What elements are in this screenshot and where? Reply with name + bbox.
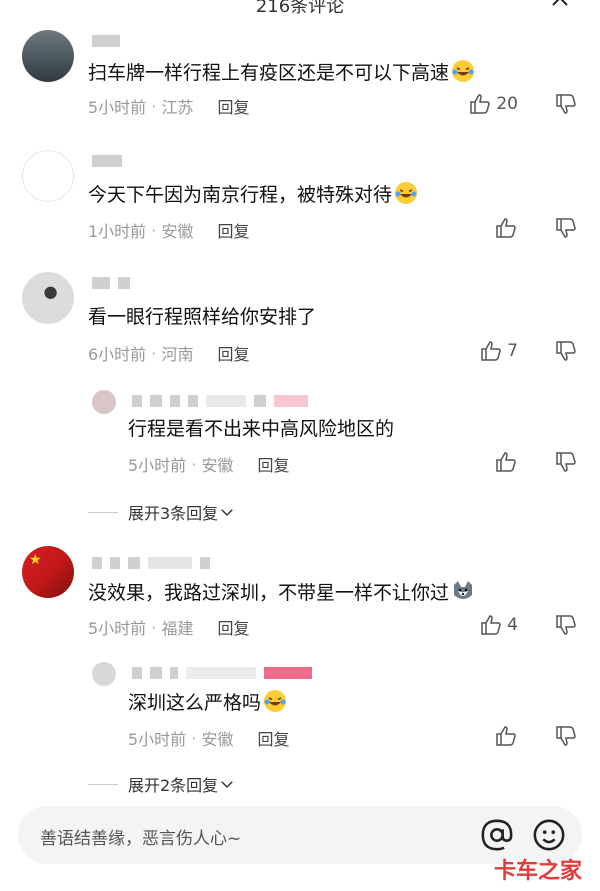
thumbs-up-icon xyxy=(496,452,516,472)
expand-replies-label: 展开2条回复 xyxy=(128,776,219,795)
reply-button[interactable]: 回复 xyxy=(217,615,249,639)
header: 216条评论 xyxy=(0,0,600,22)
watermark: 卡车之家 xyxy=(493,859,582,884)
reply-region: 安徽 xyxy=(201,730,234,749)
reply-button[interactable]: 回复 xyxy=(217,341,249,365)
reply-avatar[interactable] xyxy=(92,662,116,686)
dislike-button[interactable] xyxy=(554,339,578,363)
reply-username-blurred[interactable] xyxy=(132,394,308,408)
reply-text-content: 深圳这么严格吗 xyxy=(128,692,262,714)
username-blurred[interactable] xyxy=(92,276,130,290)
star-icon: ★ xyxy=(29,552,42,568)
thumbs-up-icon xyxy=(470,94,491,114)
like-count: 4 xyxy=(507,615,518,635)
dislike-button[interactable] xyxy=(554,450,578,474)
thumbs-up-icon xyxy=(496,726,516,746)
comment-meta: 5小时前 · 福建 回复 xyxy=(88,615,249,639)
comment-text: 没效果，我路过深圳，不带星一样不让你过 xyxy=(88,578,475,605)
dislike-button[interactable] xyxy=(554,724,578,748)
comment-text-content: 今天下午因为南京行程，被特殊对待 xyxy=(88,184,393,206)
reply-time: 5小时前 xyxy=(128,730,187,749)
reply-username-blurred[interactable] xyxy=(132,666,312,680)
reply-time: 5小时前 xyxy=(128,456,187,475)
thumbs-down-icon xyxy=(556,218,576,238)
reply-avatar[interactable] xyxy=(92,390,116,414)
comment-meta: 5小时前 · 江苏 回复 xyxy=(88,94,249,118)
comment-text: 看一眼行程照样给你安排了 xyxy=(88,302,316,329)
like-button[interactable]: 4 xyxy=(479,613,518,637)
husky-emoji xyxy=(454,581,473,599)
avatar[interactable] xyxy=(22,30,74,82)
dislike-button[interactable] xyxy=(554,216,578,240)
comment-text-content: 看一眼行程照样给你安排了 xyxy=(88,306,317,328)
like-count: 20 xyxy=(496,94,518,114)
reply-meta: 5小时前 · 安徽 回复 xyxy=(128,452,289,476)
comment-time: 6小时前 xyxy=(88,345,147,364)
comment-text: 扫车牌一样行程上有疫区还是不可以下高速 xyxy=(88,58,475,85)
reply-region: 安徽 xyxy=(201,456,234,475)
laughing-emoji xyxy=(452,60,475,82)
close-icon xyxy=(552,0,568,6)
divider xyxy=(88,783,118,785)
chevron-down-icon xyxy=(221,509,233,517)
like-button[interactable] xyxy=(494,724,518,748)
username-blurred[interactable] xyxy=(92,556,210,570)
dislike-button[interactable] xyxy=(554,92,578,116)
like-button[interactable] xyxy=(494,216,518,240)
comment-region: 福建 xyxy=(161,619,194,638)
reply-text: 深圳这么严格吗 xyxy=(128,688,287,715)
thumbs-up-icon xyxy=(496,218,516,238)
username-blurred[interactable] xyxy=(92,154,122,168)
comment-meta: 1小时前 · 安徽 回复 xyxy=(88,218,249,242)
comment-region: 河南 xyxy=(161,345,194,364)
thumbs-down-icon xyxy=(556,452,576,472)
like-button[interactable]: 7 xyxy=(479,339,518,363)
like-button[interactable]: 20 xyxy=(468,92,518,116)
comment-region: 江苏 xyxy=(161,98,194,117)
smile-icon xyxy=(533,819,565,851)
reply-button[interactable]: 回复 xyxy=(217,94,249,118)
thumbs-down-icon xyxy=(556,726,576,746)
thumbs-up-icon xyxy=(481,341,501,361)
comment-text-content: 扫车牌一样行程上有疫区还是不可以下高速 xyxy=(88,62,450,84)
expand-replies-button[interactable]: 展开2条回复 xyxy=(88,772,236,796)
thumbs-down-icon xyxy=(556,94,576,114)
reply-button[interactable]: 回复 xyxy=(217,218,249,242)
chevron-down-icon xyxy=(221,781,233,789)
comment-text-content: 没效果，我路过深圳，不带星一样不让你过 xyxy=(88,582,450,604)
avatar[interactable] xyxy=(22,150,74,202)
laughing-emoji xyxy=(395,182,418,204)
comment-meta: 6小时前 · 河南 回复 xyxy=(88,341,249,365)
thumbs-down-icon xyxy=(556,341,576,361)
page-title: 216条评论 xyxy=(255,0,345,17)
avatar[interactable]: ★ xyxy=(22,546,74,598)
expand-replies-label: 展开3条回复 xyxy=(128,504,219,523)
reply-text: 行程是看不出来中高风险地区的 xyxy=(128,414,394,441)
comment-time: 1小时前 xyxy=(88,222,147,241)
close-button[interactable] xyxy=(548,0,576,14)
comment-region: 安徽 xyxy=(161,222,194,241)
laughing-emoji xyxy=(264,690,287,712)
reply-text-content: 行程是看不出来中高风险地区的 xyxy=(128,418,395,440)
comment-time: 5小时前 xyxy=(88,619,147,638)
divider xyxy=(88,511,118,513)
like-count: 7 xyxy=(507,341,518,361)
reply-button[interactable]: 回复 xyxy=(257,726,289,750)
like-button[interactable] xyxy=(494,450,518,474)
at-icon xyxy=(481,819,513,851)
comment-input-placeholder[interactable]: 善语结善缘，恶言伤人心~ xyxy=(40,824,241,849)
dislike-button[interactable] xyxy=(554,613,578,637)
reply-button[interactable]: 回复 xyxy=(257,452,289,476)
expand-replies-button[interactable]: 展开3条回复 xyxy=(88,500,236,524)
comment-text: 今天下午因为南京行程，被特殊对待 xyxy=(88,180,418,207)
username-blurred[interactable] xyxy=(92,34,120,48)
avatar[interactable] xyxy=(22,272,74,324)
thumbs-down-icon xyxy=(556,615,576,635)
mention-button[interactable] xyxy=(480,818,514,852)
comment-time: 5小时前 xyxy=(88,98,147,117)
emoji-button[interactable] xyxy=(532,818,566,852)
reply-meta: 5小时前 · 安徽 回复 xyxy=(128,726,289,750)
thumbs-up-icon xyxy=(481,615,501,635)
